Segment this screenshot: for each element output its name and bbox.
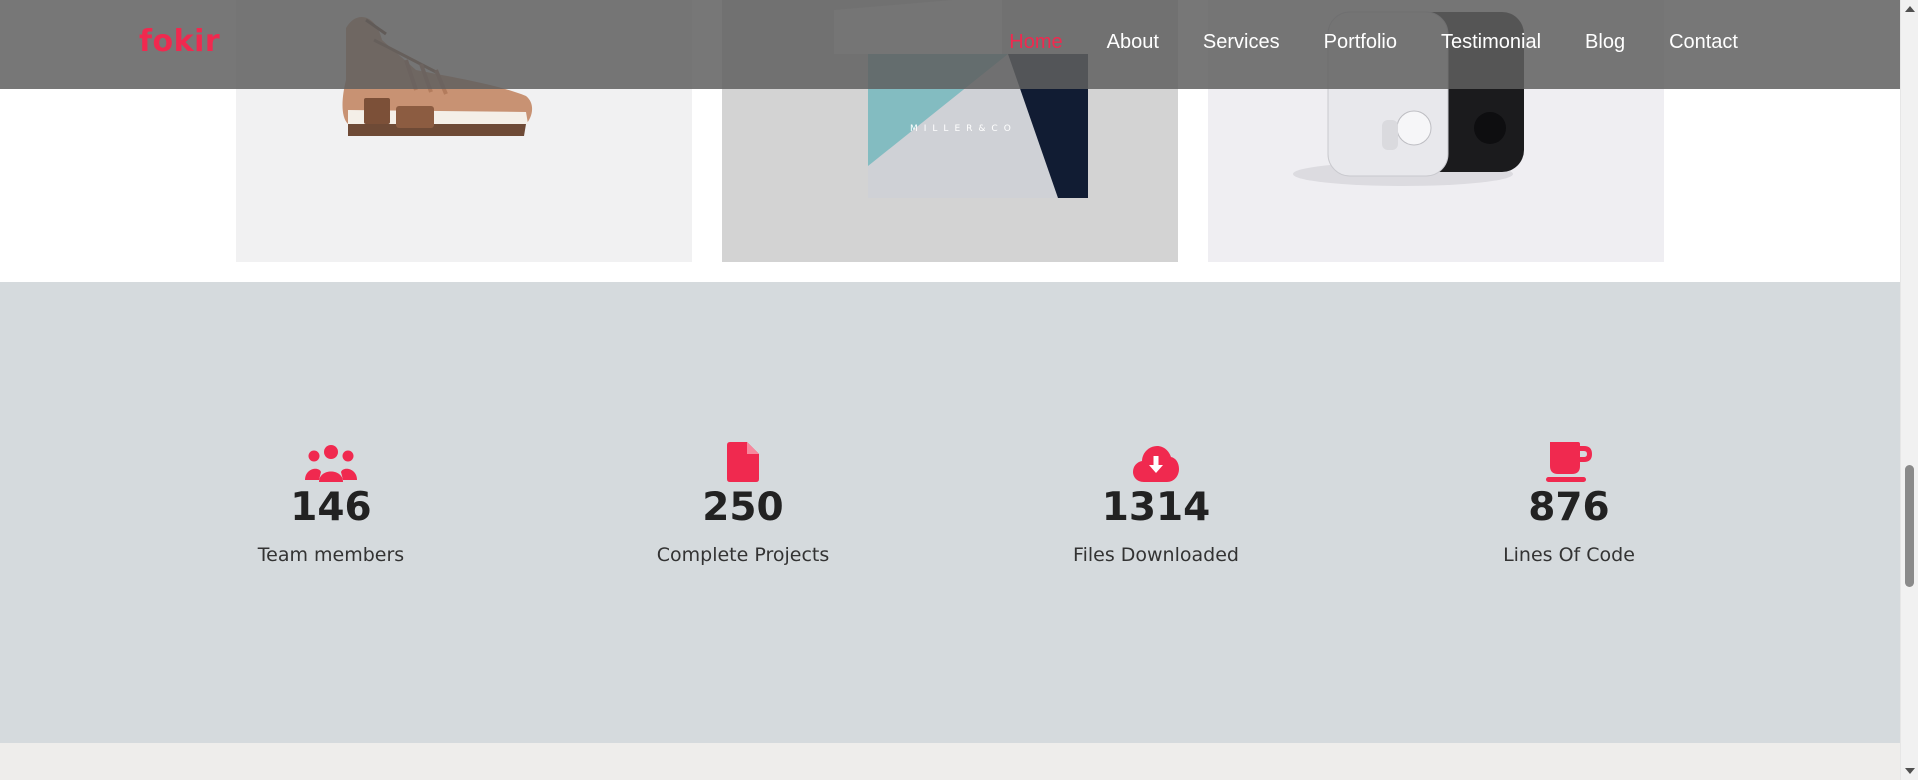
brand-logo[interactable]: fokir — [139, 24, 220, 59]
counters-section: 146 Team members 250 Complete Projects 1… — [0, 282, 1900, 743]
counter-lines-of-code: 876 Lines Of Code — [1419, 440, 1719, 566]
business-card-text: MILLER&CO — [910, 124, 1017, 134]
coffee-cup-icon — [1419, 440, 1719, 482]
vertical-scrollbar[interactable] — [1900, 0, 1918, 780]
counter-team-members: 146 Team members — [181, 440, 481, 566]
page: MILLER&CO fokir Home About Services Port… — [0, 0, 1918, 780]
counter-complete-projects: 250 Complete Projects — [593, 440, 893, 566]
counter-label: Files Downloaded — [1073, 544, 1239, 566]
scrollbar-thumb[interactable] — [1905, 465, 1914, 587]
counter-label: Team members — [257, 544, 405, 566]
counter-label: Lines Of Code — [1503, 544, 1635, 566]
counter-value: 1314 — [1101, 485, 1211, 530]
nav-item-testimonial[interactable]: Testimonial — [1441, 31, 1541, 54]
users-icon — [181, 440, 481, 482]
file-icon — [593, 440, 893, 482]
counter-files-downloaded: 1314 Files Downloaded — [1006, 440, 1306, 566]
nav-item-blog[interactable]: Blog — [1585, 31, 1625, 54]
scroll-up-arrow-icon[interactable] — [1905, 6, 1915, 12]
nav-item-home[interactable]: Home — [1009, 31, 1062, 54]
scroll-down-arrow-icon[interactable] — [1905, 768, 1915, 774]
nav-item-services[interactable]: Services — [1203, 31, 1280, 54]
counter-label: Complete Projects — [656, 544, 830, 566]
main-nav: Home About Services Portfolio Testimonia… — [965, 31, 1738, 54]
counter-value: 250 — [702, 485, 784, 530]
cloud-download-icon — [1006, 440, 1306, 482]
counter-value: 876 — [1528, 485, 1610, 530]
navbar: fokir Home About Services Portfolio Test… — [0, 0, 1900, 89]
counter-value: 146 — [290, 485, 372, 530]
next-section — [0, 743, 1900, 780]
nav-item-contact[interactable]: Contact — [1669, 31, 1738, 54]
nav-item-about[interactable]: About — [1107, 31, 1159, 54]
nav-item-portfolio[interactable]: Portfolio — [1324, 31, 1397, 54]
